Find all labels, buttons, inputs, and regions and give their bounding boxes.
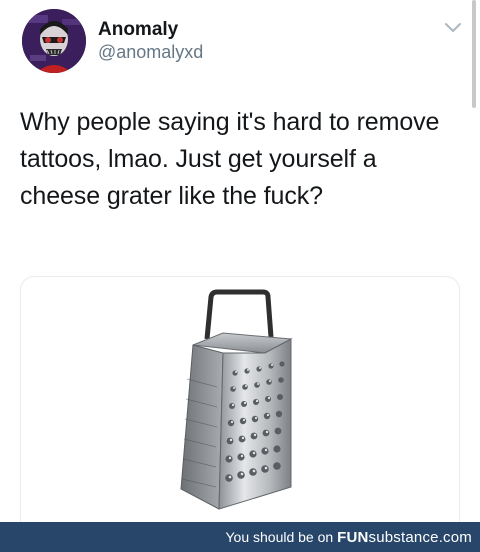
chevron-down-icon[interactable] (444, 21, 462, 35)
watermark-brand-rest: substance.com (368, 529, 472, 546)
display-name[interactable]: Anomaly (98, 19, 178, 41)
avatar-image (22, 9, 86, 73)
watermark-bar: You should be on FUNsubstance.com (0, 522, 480, 552)
cheese-grater-image (180, 289, 293, 510)
watermark-prefix: You should be on (225, 529, 334, 545)
watermark-text: You should be on FUNsubstance.com (225, 529, 472, 546)
tweet-card: Anomaly @anomalyxd Why people saying it'… (0, 0, 480, 522)
tweet-media[interactable] (20, 276, 460, 522)
user-handle[interactable]: @anomalyxd (98, 42, 203, 63)
scrollbar[interactable] (472, 0, 476, 108)
tweet-text: Why people saying it's hard to remove ta… (20, 108, 440, 210)
avatar[interactable] (22, 9, 86, 73)
watermark-brand-bold: FUN (337, 529, 369, 546)
